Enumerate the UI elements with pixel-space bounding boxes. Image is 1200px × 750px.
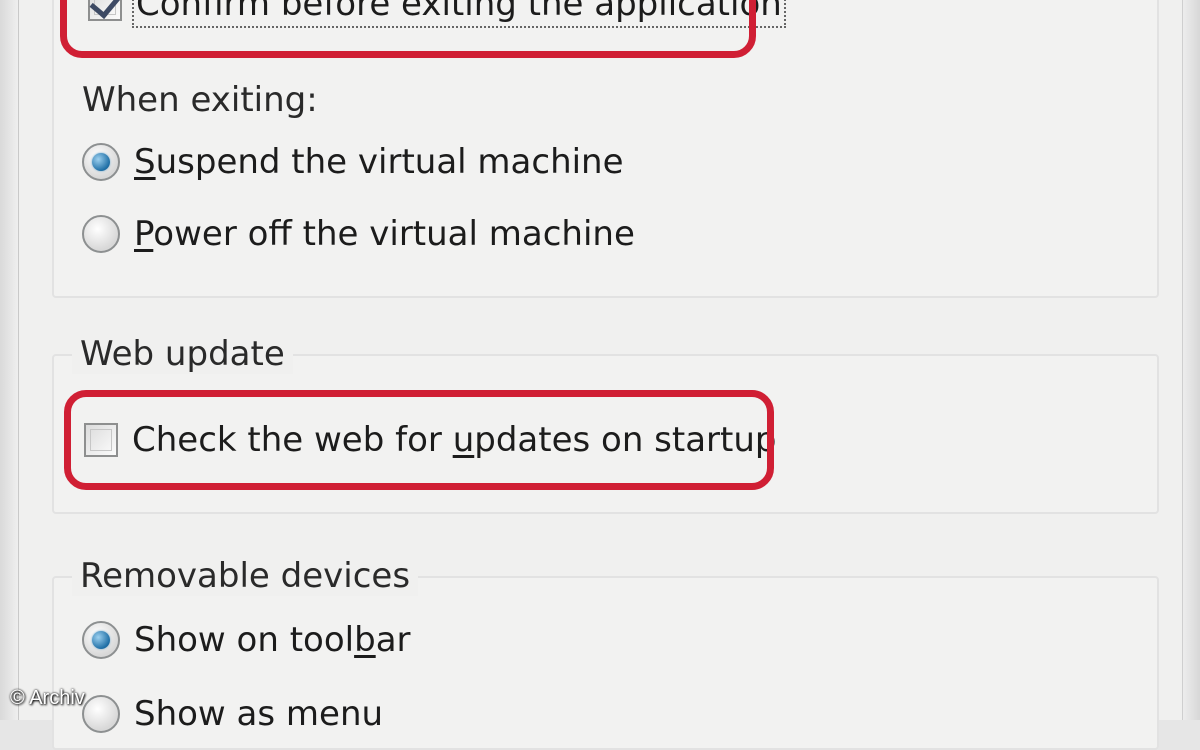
radio-selected-dot [92,631,110,649]
power-off-vm-label: Power off the virtual machine [134,214,635,254]
preferences-dialog: Confirm before exiting the application W… [0,0,1200,750]
web-update-legend: Web update [72,334,293,374]
check-updates-option[interactable]: Check the web for updates on startup [84,420,777,460]
check-updates-label: Check the web for updates on startup [132,420,777,460]
confirm-exit-label: Confirm before exiting the application [132,0,786,28]
power-off-vm-option[interactable]: Power off the virtual machine [82,214,635,254]
label-text: uspend the virtual machine [155,142,624,182]
removable-devices-legend: Removable devices [72,556,419,596]
mnemonic-letter: b [354,620,376,660]
show-as-menu-label: Show as menu [134,694,384,734]
radio-selected-dot [92,153,110,171]
mnemonic-letter: u [452,420,475,460]
window-left-edge [0,0,19,720]
label-text: pdates on startup [474,420,777,460]
label-text: ower off the virtual machine [153,214,635,254]
window-right-edge [1182,0,1200,720]
mnemonic-letter: P [134,214,154,254]
confirm-exit-checkbox[interactable] [88,0,122,21]
show-on-toolbar-label: Show on toolbar [134,620,411,660]
suspend-vm-option[interactable]: Suspend the virtual machine [82,142,624,182]
power-off-vm-radio[interactable] [82,215,120,253]
suspend-vm-label: Suspend the virtual machine [134,142,624,182]
show-on-toolbar-radio[interactable] [82,621,120,659]
confirm-exit-option[interactable]: Confirm before exiting the application [88,0,786,28]
mnemonic-letter: S [134,142,156,182]
checkbox-inner [90,429,112,451]
checkmark-icon [89,0,122,19]
show-on-toolbar-option[interactable]: Show on toolbar [82,620,411,660]
show-as-menu-radio[interactable] [82,695,120,733]
label-text: Check the web for [132,420,453,460]
copyright-watermark: © Archiv [10,687,85,709]
show-as-menu-option[interactable]: Show as menu [82,694,383,734]
when-exiting-label: When exiting: [82,80,318,120]
check-updates-checkbox[interactable] [84,423,118,457]
suspend-vm-radio[interactable] [82,143,120,181]
label-text: Show on tool [134,620,355,660]
label-text: ar [375,620,411,660]
